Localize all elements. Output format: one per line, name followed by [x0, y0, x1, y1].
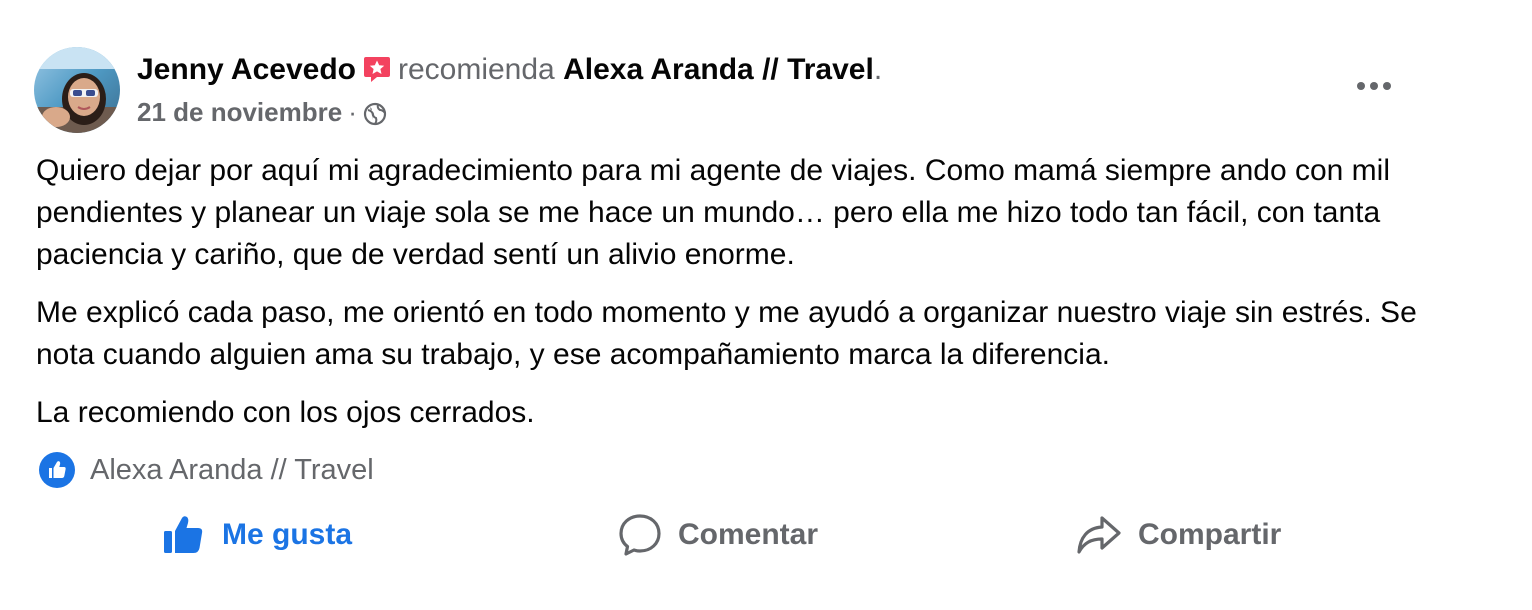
share-button[interactable]: Compartir — [1076, 505, 1281, 565]
share-arrow-icon — [1076, 513, 1122, 557]
comment-bubble-icon — [618, 513, 662, 557]
post-paragraph: Quiero dejar por aquí mi agradecimiento … — [36, 154, 1390, 271]
globe-icon — [363, 101, 387, 133]
thumbs-up-icon — [162, 513, 206, 557]
like-button[interactable]: Me gusta — [162, 505, 352, 565]
like-reaction-icon — [38, 451, 76, 489]
author-name[interactable]: Jenny Acevedo — [137, 53, 356, 86]
post-paragraph: La recomiendo con los ojos cerrados. — [36, 396, 535, 429]
recommendation-post: Jenny Acevedo recomienda Alexa Aranda //… — [0, 0, 1532, 610]
recommended-page-name[interactable]: Alexa Aranda // Travel — [563, 53, 874, 86]
recommends-verb: recomienda — [397, 53, 555, 86]
like-label: Me gusta — [222, 518, 353, 551]
comment-label: Comentar — [678, 518, 819, 551]
ellipsis-icon — [1357, 82, 1391, 90]
share-label: Compartir — [1138, 518, 1282, 551]
author-avatar[interactable] — [34, 47, 120, 133]
comment-button[interactable]: Comentar — [618, 505, 818, 565]
post-header: Jenny Acevedo recomienda Alexa Aranda //… — [137, 52, 882, 93]
post-meta: 21 de noviembre · — [137, 96, 387, 133]
post-body: Quiero dejar por aquí mi agradecimiento … — [36, 150, 1436, 450]
reaction-names[interactable]: Alexa Aranda // Travel — [90, 454, 374, 487]
header-period: . — [873, 53, 883, 86]
reaction-summary[interactable]: Alexa Aranda // Travel — [38, 450, 374, 490]
recommendation-star-icon — [362, 54, 392, 93]
post-date[interactable]: 21 de noviembre — [137, 97, 342, 127]
post-paragraph: Me explicó cada paso, me orientó en todo… — [36, 296, 1417, 371]
more-options-button[interactable] — [1350, 70, 1398, 102]
post-action-bar: Me gusta Comentar Compartir — [0, 505, 1532, 565]
meta-separator: · — [348, 97, 357, 127]
